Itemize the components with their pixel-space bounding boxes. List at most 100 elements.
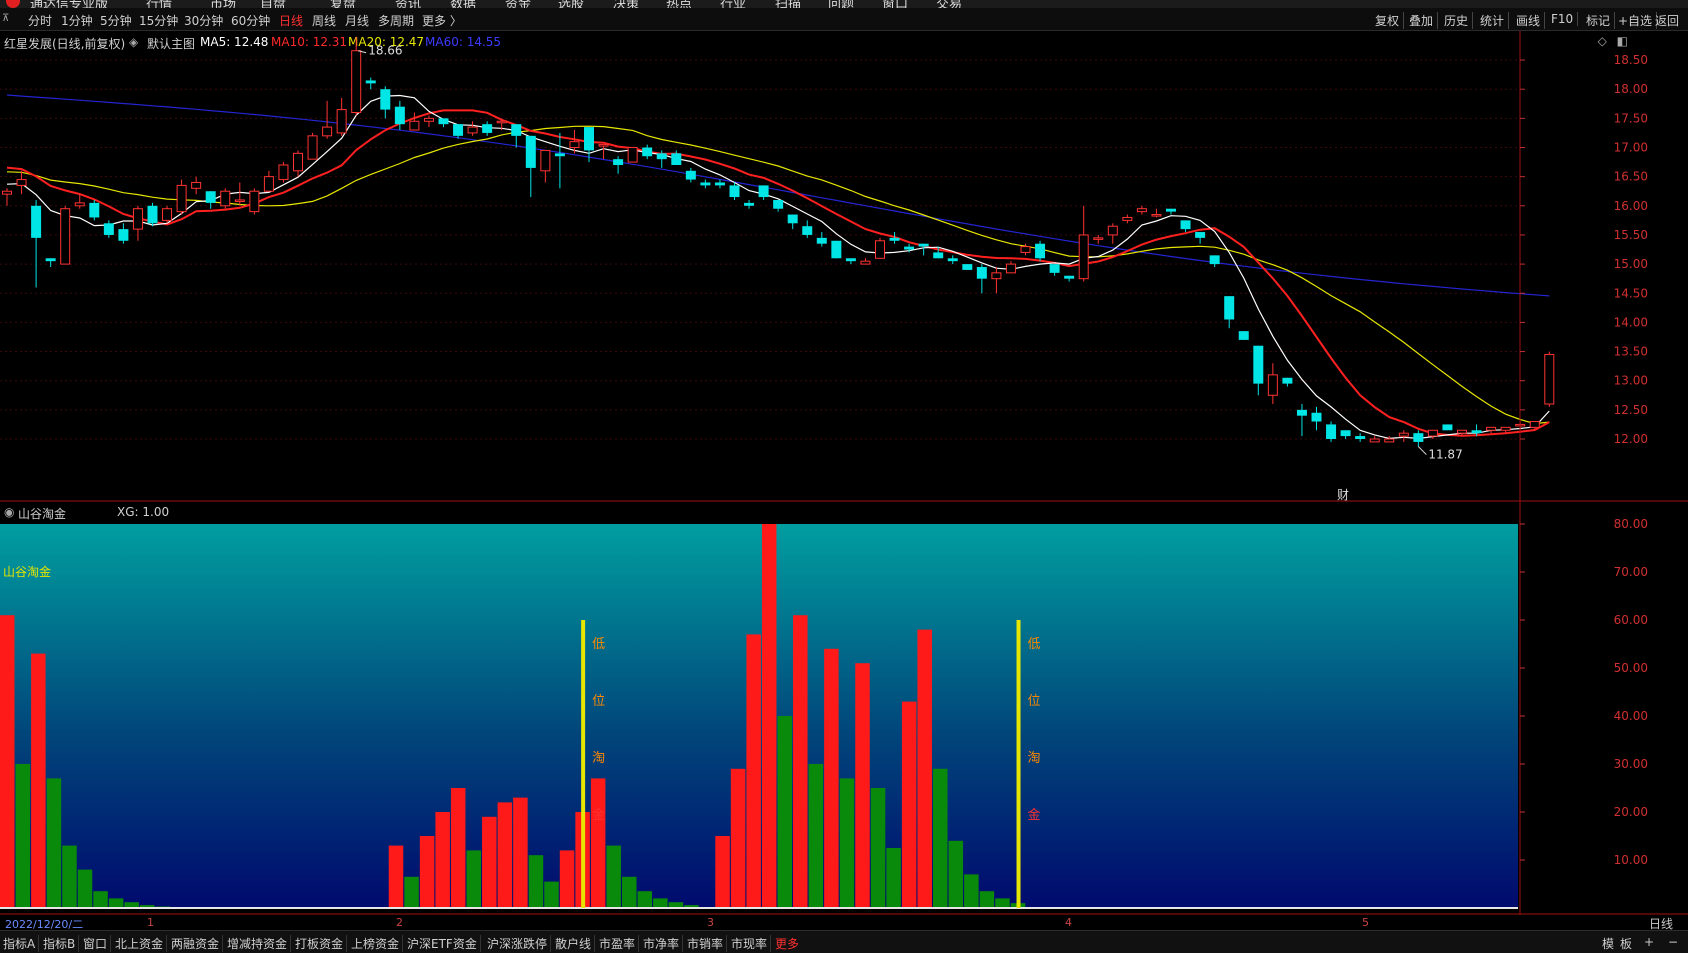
bottom-tab[interactable]: 市净率 [643, 935, 684, 952]
bottom-tab[interactable]: 市盈率 [599, 935, 640, 952]
signal-label: 位 [592, 694, 605, 709]
candle-body [278, 164, 289, 181]
candle-body [1384, 438, 1395, 443]
y-tick-label: 18.00 [1614, 82, 1648, 96]
bottom-tab[interactable]: 指标A [3, 935, 40, 952]
candle-body [1529, 421, 1540, 428]
green-volume-bar [77, 869, 93, 908]
indicator-menu-icon[interactable]: ◉ [4, 505, 14, 519]
bottom-tab[interactable]: 沪深涨跌停 [487, 935, 552, 952]
candle-body [89, 202, 100, 218]
candle-body [1282, 377, 1293, 384]
candle-body [220, 190, 231, 207]
candle-body [729, 185, 740, 198]
candle-body [773, 199, 784, 209]
candle-body [816, 237, 827, 244]
green-volume-bar [777, 716, 792, 908]
signal-label: 低 [1028, 637, 1041, 652]
bottom-tab[interactable]: 两融资金 [171, 935, 224, 952]
date-tick: 4 [1065, 916, 1072, 929]
date-tick: 2 [396, 916, 403, 929]
bottom-tool-button[interactable]: 板 [1620, 935, 1632, 952]
y-tick-label: 13.50 [1614, 345, 1648, 359]
candle-body [758, 185, 769, 198]
y-tick-label: 12.00 [1614, 432, 1648, 446]
red-volume-bar [435, 812, 450, 908]
candle-body [234, 199, 245, 202]
y-tick-label: 15.00 [1614, 257, 1648, 271]
zoom-out-icon[interactable]: − [1668, 935, 1678, 949]
low-pointer [1417, 446, 1427, 455]
candle-body [205, 191, 216, 203]
bottom-tab[interactable]: 沪深ETF资金 [407, 935, 481, 952]
candle-body [1296, 409, 1307, 416]
candle-body [904, 246, 915, 250]
red-volume-bar [419, 836, 435, 908]
signal-label: 金 [592, 807, 605, 823]
sub-y-tick-label: 20.00 [1614, 805, 1648, 819]
bottom-tab[interactable]: 指标B [43, 935, 80, 952]
green-volume-bar [528, 855, 544, 908]
candle-body [584, 127, 594, 151]
bottom-tab[interactable]: 市销率 [687, 935, 728, 952]
high-price-label: 18.66 [368, 44, 402, 58]
y-tick-label: 12.50 [1614, 403, 1648, 417]
bottom-tool-button[interactable]: 模 [1602, 935, 1614, 952]
candle-body [1107, 225, 1118, 236]
red-volume-bar [388, 845, 404, 908]
candle-body [1544, 353, 1555, 405]
red-volume-bar [450, 788, 466, 908]
red-volume-bar [824, 648, 839, 908]
zoom-in-icon[interactable]: + [1644, 935, 1654, 949]
bottom-tabbar: 指标A 指标B 窗口 北上资金 两融资金 增减持资金 打板资金 上榜资金 沪深ETF资金 沪深涨跌… [0, 930, 1688, 953]
red-volume-bar [901, 701, 917, 908]
bottom-tab[interactable]: 窗口 [83, 935, 112, 952]
candle-body [933, 252, 944, 259]
candle-body [1035, 243, 1046, 259]
candle-body [1224, 296, 1235, 320]
candle-body [511, 124, 522, 136]
bottom-tab[interactable]: 北上资金 [115, 935, 168, 952]
green-volume-bar [808, 764, 824, 908]
candle-body [293, 152, 303, 172]
bottom-tab[interactable]: 散户线 [555, 935, 596, 952]
y-tick-label: 14.00 [1614, 315, 1648, 329]
bottom-tab[interactable]: 打板资金 [295, 935, 348, 952]
candle-body [31, 205, 42, 238]
candle-body [1267, 374, 1278, 396]
bottom-tab[interactable]: 更多 [775, 935, 802, 952]
signal-label: 低 [592, 637, 605, 652]
red-volume-bar [855, 663, 870, 908]
bottom-tab[interactable]: 市现率 [731, 935, 772, 952]
ma5-line [6, 94, 1550, 440]
candle-body [147, 205, 158, 224]
candle-body [860, 260, 871, 265]
candle-body [918, 243, 929, 247]
bottom-tab[interactable]: 增减持资金 [227, 935, 292, 952]
candle-body [1093, 237, 1104, 240]
candle-body [307, 135, 318, 160]
red-volume-bar [590, 778, 606, 908]
candle-body [1486, 426, 1497, 431]
bottom-tab[interactable]: 上榜资金 [351, 935, 404, 952]
candle-body [336, 109, 347, 134]
candle-body [74, 202, 85, 207]
candle-body [1049, 264, 1060, 273]
sub-y-tick-label: 60.00 [1614, 613, 1648, 627]
candle-body [482, 124, 493, 133]
candle-body [525, 135, 536, 168]
candle-body [380, 89, 391, 110]
green-volume-bar [933, 768, 948, 908]
red-volume-bar [513, 797, 528, 908]
candle-body [656, 153, 667, 160]
green-volume-bar [108, 898, 124, 908]
candle-body [1064, 275, 1075, 279]
candle-body [875, 240, 885, 259]
y-tick-label: 16.50 [1614, 170, 1648, 184]
candle-body [1355, 436, 1366, 439]
candle-body [598, 144, 609, 147]
indicator-name[interactable]: 山谷淘金 [18, 505, 66, 522]
green-volume-bar [948, 840, 964, 908]
red-volume-bar [730, 768, 746, 908]
candle-body [831, 240, 842, 259]
